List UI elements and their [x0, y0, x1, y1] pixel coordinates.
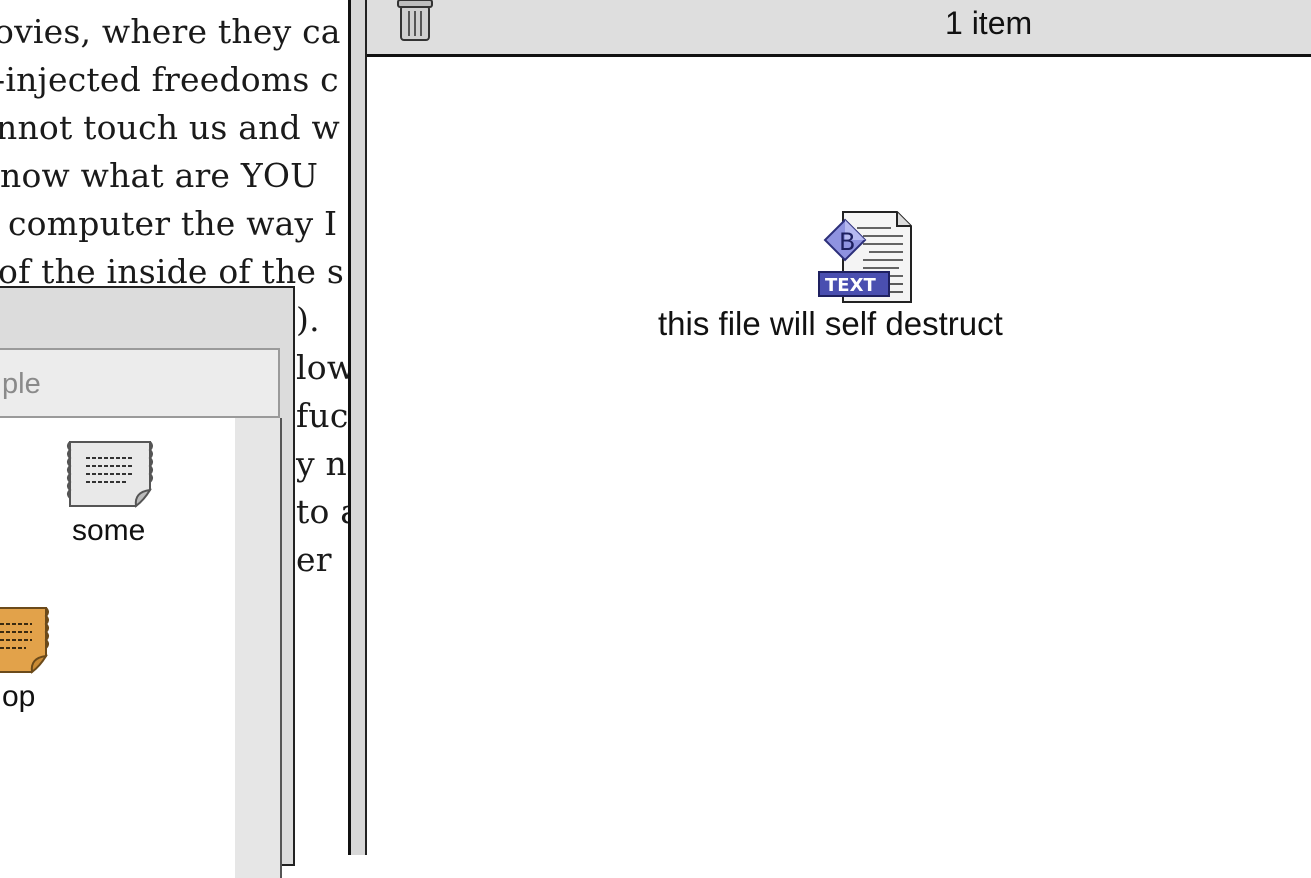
document-line: er [296, 540, 332, 579]
file-label-some[interactable]: some [72, 514, 145, 548]
trash-icon [397, 0, 433, 41]
document-line: fuc [296, 396, 349, 435]
window-frame-edge [351, 0, 367, 855]
left-window-titlebar[interactable] [0, 288, 293, 348]
left-window-header-text: ple [2, 368, 41, 400]
file-label-op[interactable]: op [2, 680, 35, 714]
text-badge: TEXT [825, 275, 876, 296]
main-finder-window[interactable]: 1 item B TEXT this file will self destru… [348, 0, 1311, 855]
text-clipping-icon[interactable] [64, 438, 158, 510]
document-line: ovies, where they ca [0, 12, 341, 51]
document-line: computer the way I [8, 204, 338, 243]
document-line: -injected freedoms c [0, 60, 339, 99]
document-line: low [296, 348, 352, 387]
file-label-main[interactable]: this file will self destruct [658, 305, 1003, 343]
document-line: to a [296, 492, 352, 531]
document-line: ). [296, 300, 320, 339]
main-window-header: 1 item [367, 0, 1311, 57]
left-window-header: ple [0, 348, 280, 418]
document-line: now what are YOU [0, 156, 319, 195]
document-line: nnot touch us and w [0, 108, 340, 147]
document-line: y n [296, 444, 347, 483]
left-window-scrollbar[interactable] [235, 418, 282, 878]
text-clipping-orange-icon[interactable] [0, 604, 58, 676]
svg-text:B: B [839, 228, 855, 256]
item-count: 1 item [945, 5, 1033, 41]
left-window-content[interactable]: some op [0, 418, 237, 878]
bbedit-text-document-icon[interactable]: B TEXT [813, 206, 917, 306]
left-finder-window[interactable]: ple some op [0, 286, 295, 878]
